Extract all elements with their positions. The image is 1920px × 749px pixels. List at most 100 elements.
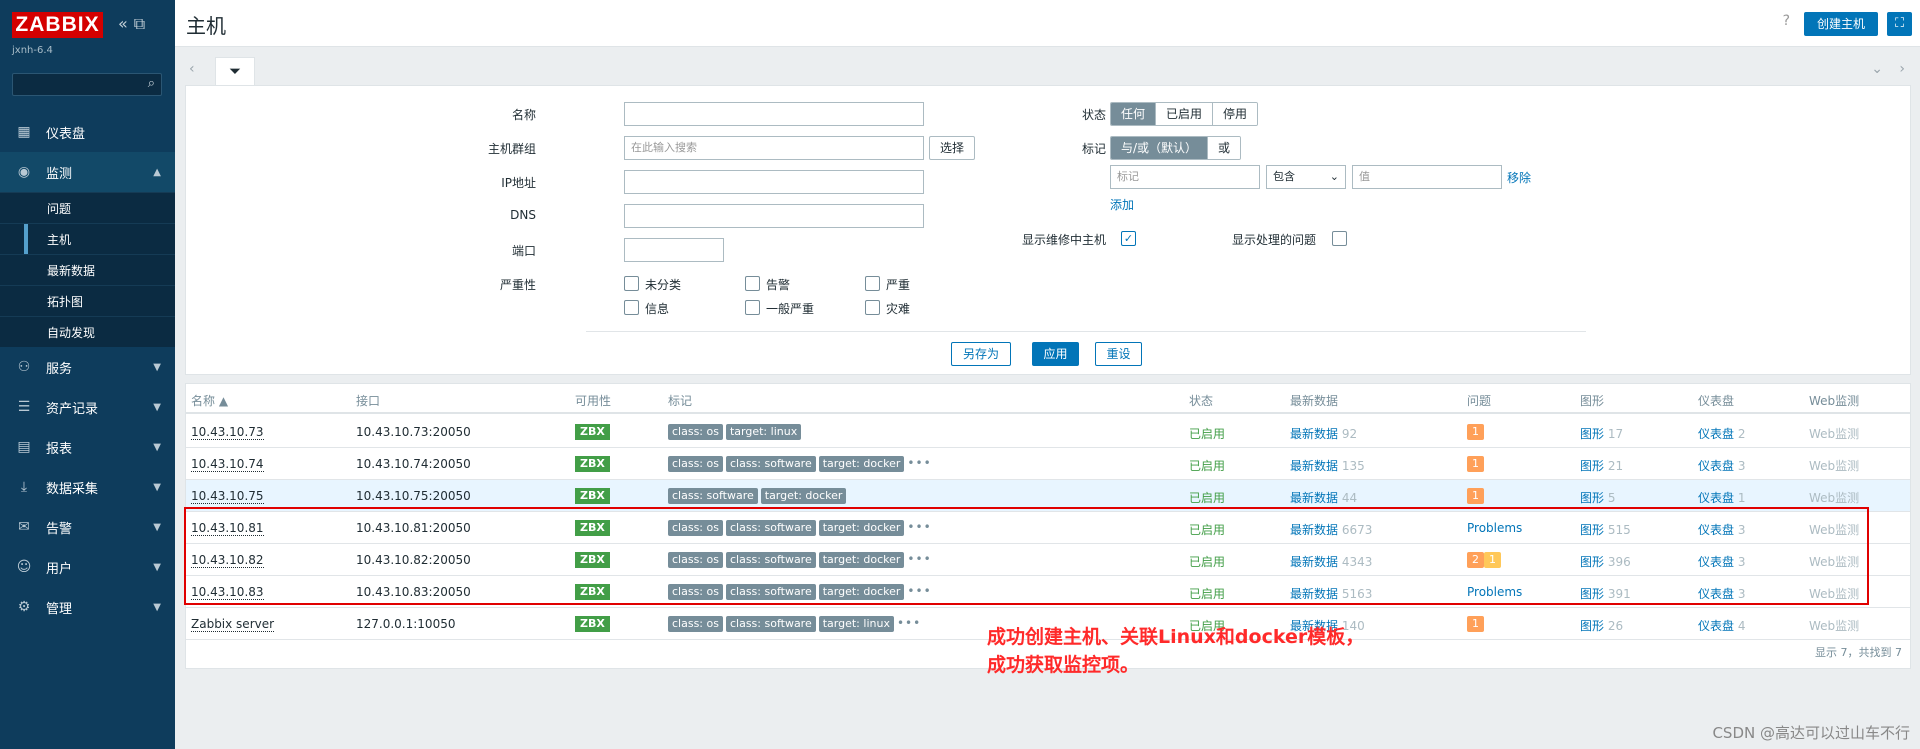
tag-value-input[interactable]: 值	[1352, 165, 1502, 189]
column-header[interactable]: 可用性	[575, 392, 611, 409]
nav-alerts[interactable]: ✉ 告警 ▼	[0, 507, 175, 547]
status-cell[interactable]: 已启用	[1189, 457, 1225, 474]
dashboards-link[interactable]: 仪表盘	[1698, 427, 1734, 441]
tag-chip[interactable]: class: software	[725, 616, 816, 632]
nav-services[interactable]: ⚇ 服务 ▼	[0, 347, 175, 387]
search-icon[interactable]: ⌕	[148, 76, 155, 91]
tag-chip[interactable]: class: os	[668, 616, 723, 632]
subnav-discovery[interactable]: 自动发现	[0, 316, 175, 347]
create-host-button[interactable]: 创建主机	[1803, 12, 1878, 36]
ip-input[interactable]	[624, 170, 924, 194]
chevron-down-icon[interactable]: ⌄	[1871, 61, 1883, 77]
subnav-maps[interactable]: 拓扑图	[0, 285, 175, 316]
problem-badge[interactable]: 1	[1467, 456, 1484, 472]
status-cell[interactable]: 已启用	[1189, 489, 1225, 506]
host-name-link[interactable]: 10.43.10.73	[191, 425, 264, 440]
suppressed-checkbox[interactable]	[1332, 231, 1347, 246]
tag-chip[interactable]: class: software	[668, 488, 758, 504]
column-header[interactable]: 图形	[1580, 392, 1604, 409]
graphs-link[interactable]: 图形	[1580, 491, 1604, 505]
severity-checkbox[interactable]	[865, 276, 880, 291]
subnav-hosts[interactable]: 主机	[0, 223, 175, 255]
reset-button[interactable]: 重设	[1095, 342, 1142, 366]
graphs-link[interactable]: 图形	[1580, 619, 1604, 633]
nav-dashboard[interactable]: ▦ 仪表盘	[0, 112, 175, 152]
tag-operator-option[interactable]: 或	[1208, 137, 1241, 159]
tag-chip[interactable]: class: os	[668, 456, 723, 472]
host-name-link[interactable]: 10.43.10.74	[191, 457, 264, 472]
severity-checkbox[interactable]	[745, 276, 760, 291]
column-header[interactable]: Web监测	[1809, 392, 1859, 409]
column-header[interactable]: 最新数据	[1290, 392, 1338, 409]
column-header[interactable]: 问题	[1467, 392, 1491, 409]
filter-tab[interactable]: ⏷	[215, 57, 255, 85]
host-name-link[interactable]: 10.43.10.75	[191, 489, 264, 504]
availability-badge[interactable]: ZBX	[575, 424, 610, 440]
save-as-button[interactable]: 另存为	[951, 342, 1011, 366]
severity-checkbox[interactable]	[624, 300, 639, 315]
graphs-link[interactable]: 图形	[1580, 459, 1604, 473]
nav-users[interactable]: ☺ 用户 ▼	[0, 547, 175, 587]
more-tags-icon[interactable]: •••	[907, 456, 931, 472]
column-header[interactable]: 名称 ▲	[191, 392, 228, 409]
tag-chip[interactable]: class: software	[725, 456, 816, 472]
severity-checkbox[interactable]	[865, 300, 880, 315]
tag-chip[interactable]: target: linux	[725, 424, 802, 440]
collapse-sidebar-icon[interactable]: «	[118, 14, 134, 33]
problem-badge[interactable]: 1	[1467, 488, 1484, 504]
column-header[interactable]: 状态	[1189, 392, 1213, 409]
dashboards-link[interactable]: 仪表盘	[1698, 619, 1734, 633]
column-header[interactable]: 标记	[668, 392, 692, 409]
name-input[interactable]	[624, 102, 924, 126]
tag-chip[interactable]: target: docker	[818, 456, 905, 472]
problem-badge[interactable]: 1	[1467, 424, 1484, 440]
status-option[interactable]: 任何	[1111, 103, 1157, 125]
problem-badge[interactable]: 1	[1467, 616, 1484, 632]
column-header[interactable]: 接口	[356, 392, 380, 409]
chevron-left-icon[interactable]: ‹	[189, 61, 195, 77]
help-icon[interactable]: ?	[1783, 13, 1790, 29]
select-button[interactable]: 选择	[929, 136, 975, 160]
maintenance-checkbox[interactable]: ✓	[1121, 231, 1136, 246]
tag-chip[interactable]: class: os	[668, 424, 723, 440]
dashboards-link[interactable]: 仪表盘	[1698, 491, 1734, 505]
availability-badge[interactable]: ZBX	[575, 616, 610, 632]
availability-badge[interactable]: ZBX	[575, 456, 610, 472]
host-name-link[interactable]: Zabbix server	[191, 617, 275, 632]
chevron-right-icon[interactable]: ›	[1899, 61, 1905, 77]
host-group-input[interactable]: 在此输入搜索	[624, 136, 924, 160]
nav-data-collection[interactable]: ⤓ 数据采集 ▼	[0, 467, 175, 507]
remove-link[interactable]: 移除	[1507, 169, 1531, 186]
nav-monitoring[interactable]: ◉ 监测 ▲	[0, 152, 175, 192]
nav-reports[interactable]: ▤ 报表 ▼	[0, 427, 175, 467]
status-option[interactable]: 已启用	[1156, 103, 1214, 125]
latest-data-link[interactable]: 最新数据	[1290, 459, 1338, 473]
sidebar-search-input[interactable]: ⌕	[12, 73, 162, 96]
tag-operator-option[interactable]: 与/或（默认）	[1111, 137, 1209, 159]
tag-op-select[interactable]: 包含 ⌄	[1266, 165, 1346, 189]
graphs-link[interactable]: 图形	[1580, 427, 1604, 441]
dns-input[interactable]	[624, 204, 924, 228]
severity-checkbox[interactable]	[624, 276, 639, 291]
port-input[interactable]	[624, 238, 724, 262]
more-tags-icon[interactable]: •••	[897, 616, 921, 632]
severity-checkbox[interactable]	[745, 300, 760, 315]
latest-data-link[interactable]: 最新数据	[1290, 491, 1338, 505]
zabbix-logo[interactable]: ZABBIX	[12, 12, 103, 38]
tag-chip[interactable]: target: linux	[818, 616, 894, 632]
column-header[interactable]: 仪表盘	[1698, 392, 1734, 409]
status-option[interactable]: 停用	[1213, 103, 1258, 125]
dashboards-link[interactable]: 仪表盘	[1698, 459, 1734, 473]
status-cell[interactable]: 已启用	[1189, 425, 1225, 442]
apply-button[interactable]: 应用	[1032, 342, 1079, 366]
subnav-problems[interactable]: 问题	[0, 192, 175, 223]
subnav-latest-data[interactable]: 最新数据	[0, 254, 175, 285]
nav-inventory[interactable]: ☰ 资产记录 ▼	[0, 387, 175, 427]
nav-administration[interactable]: ⚙ 管理 ▼	[0, 587, 175, 627]
tag-input[interactable]: 标记	[1110, 165, 1260, 189]
kiosk-mode-icon[interactable]: ⧉	[134, 14, 151, 33]
availability-badge[interactable]: ZBX	[575, 488, 610, 504]
latest-data-link[interactable]: 最新数据	[1290, 427, 1338, 441]
fullscreen-icon[interactable]: ⛶	[1887, 12, 1912, 36]
add-link[interactable]: 添加	[1110, 196, 1134, 213]
